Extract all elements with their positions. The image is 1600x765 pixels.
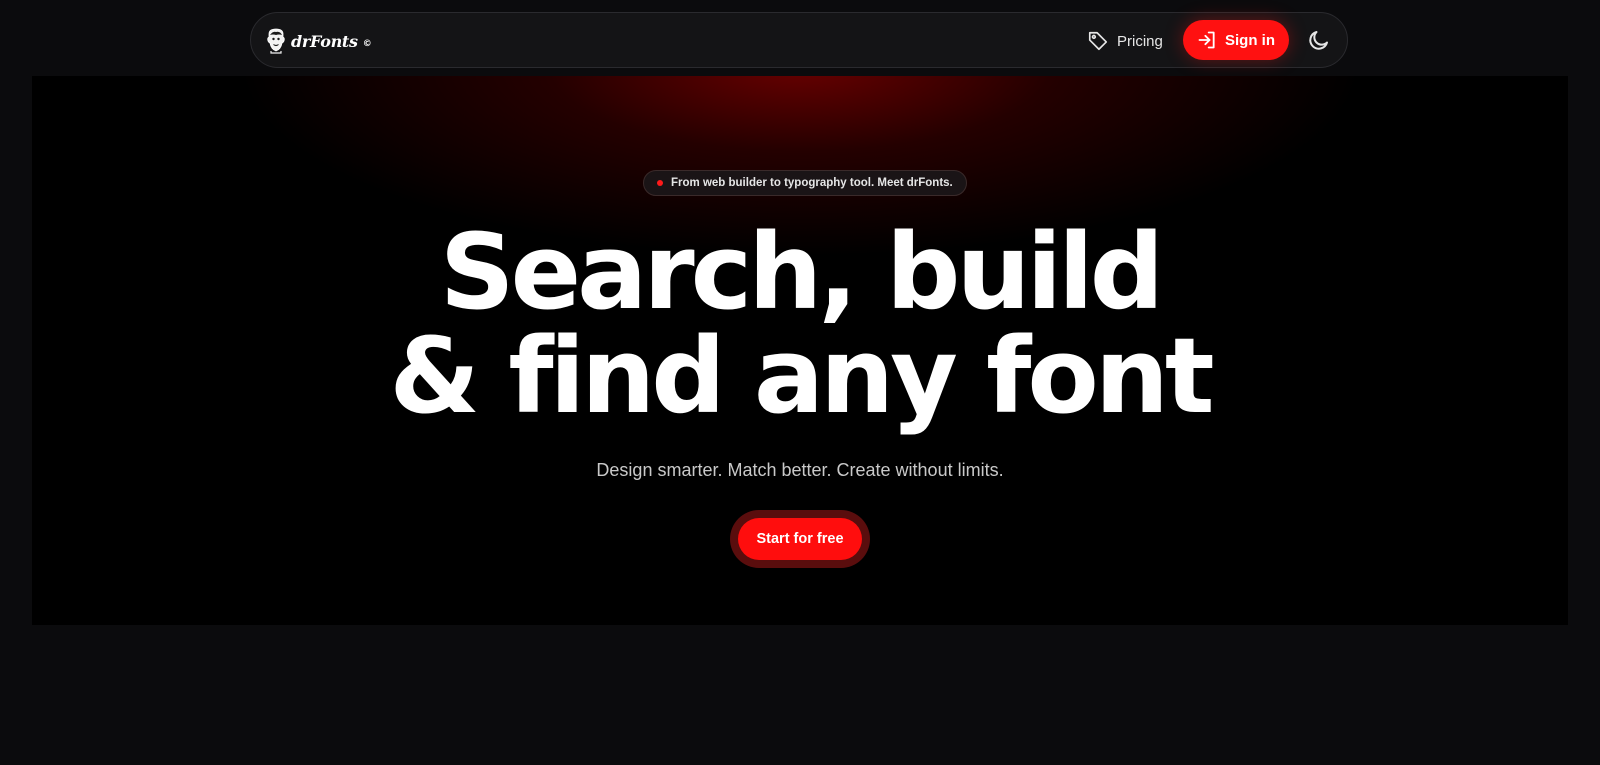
announcement-text: From web builder to typography tool. Mee… <box>671 177 953 189</box>
start-for-free-button[interactable]: Start for free <box>738 518 862 560</box>
sign-in-arrow-icon <box>1198 31 1215 49</box>
hero-headline: Search, build & find any font <box>32 220 1568 428</box>
hero-section: From web builder to typography tool. Mee… <box>32 76 1568 625</box>
top-navbar: drFonts © Pricing Sign in <box>250 12 1348 68</box>
moon-icon <box>1309 31 1328 50</box>
sign-in-button[interactable]: Sign in <box>1183 20 1289 60</box>
announcement-dot <box>657 180 663 186</box>
hero-subheadline: Design smarter. Match better. Create wit… <box>596 460 1004 480</box>
logo[interactable]: drFonts © <box>265 27 372 55</box>
theme-toggle-button[interactable] <box>1307 28 1331 52</box>
headline-line-2: & find any font <box>389 315 1214 437</box>
pricing-link[interactable]: Pricing <box>1087 27 1163 55</box>
headline-line-1: Search, build <box>439 211 1165 333</box>
pricing-label: Pricing <box>1117 32 1163 50</box>
announcement-badge[interactable]: From web builder to typography tool. Mee… <box>643 170 967 196</box>
mascot-head-icon <box>267 28 285 54</box>
sign-in-label: Sign in <box>1225 31 1275 49</box>
cta-button-halo: Start for free <box>730 510 870 568</box>
tag-icon <box>1088 31 1108 51</box>
logo-copyright-symbol: © <box>362 38 372 49</box>
logo-text: drFonts <box>291 31 358 51</box>
